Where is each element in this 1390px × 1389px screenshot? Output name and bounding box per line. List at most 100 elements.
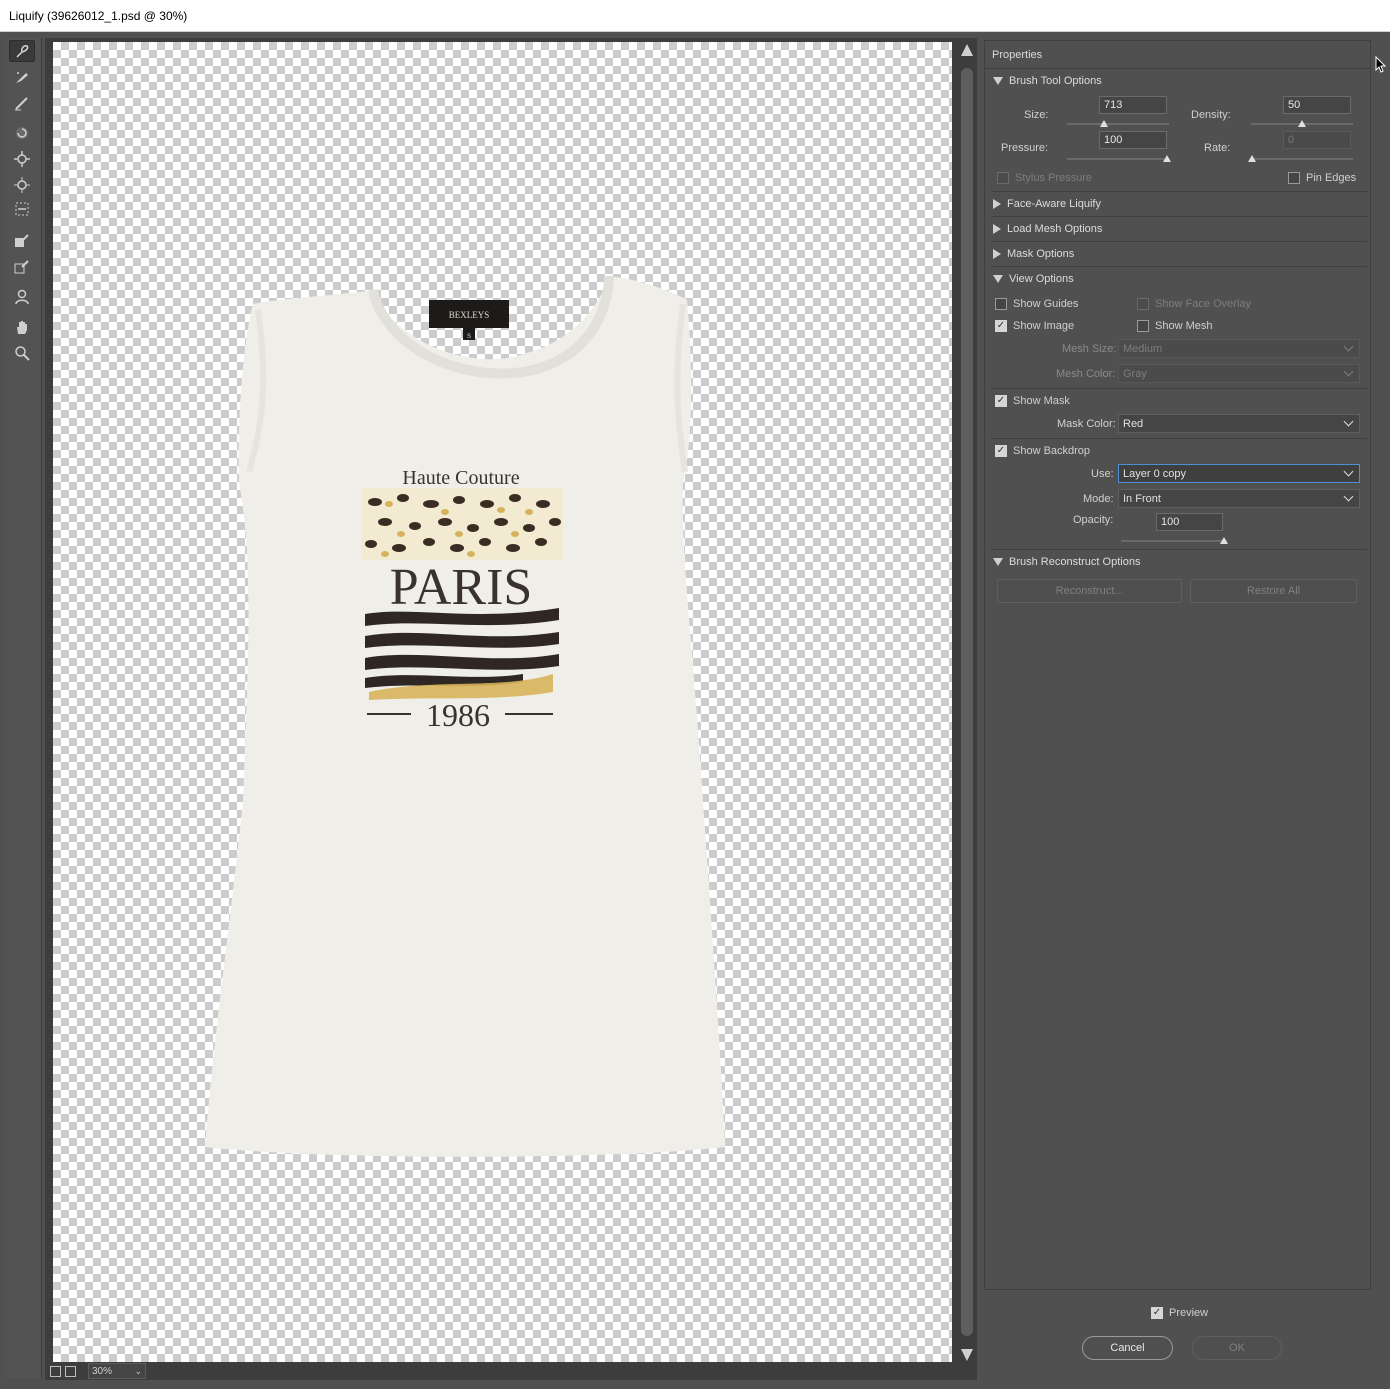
mode-label: Mode: (1083, 493, 1114, 505)
pin-edges-checkbox[interactable]: Pin Edges (1288, 172, 1356, 184)
rate-label: Rate: (1204, 142, 1231, 154)
checkbox-label: Show Face Overlay (1155, 298, 1251, 310)
print-paris: PARIS (390, 559, 533, 616)
size-slider-knob[interactable] (1100, 120, 1108, 127)
show-mask-checkbox[interactable]: ✓ Show Mask (995, 395, 1070, 407)
checkbox-box[interactable] (1137, 320, 1149, 332)
select-value: Gray (1123, 367, 1147, 380)
density-input[interactable] (1283, 96, 1351, 114)
stylus-pressure-checkbox: Stylus Pressure (997, 172, 1092, 184)
opacity-slider-track[interactable] (1121, 540, 1227, 542)
image-canvas[interactable]: BEXLEYS S Haute Couture PARIS 1986 (53, 42, 952, 1362)
zoom-select[interactable]: 30% ⌄ (88, 1363, 146, 1379)
show-guides-checkbox[interactable]: Show Guides (995, 298, 1078, 310)
mesh-size-label: Mesh Size: (1062, 343, 1117, 355)
select-value: Layer 0 copy (1123, 467, 1186, 480)
checkbox-box[interactable] (1288, 172, 1300, 184)
size-slider-track[interactable] (1067, 123, 1169, 125)
mask-color-label: Mask Color: (1057, 418, 1116, 430)
info-icon[interactable] (65, 1365, 76, 1377)
checkbox-label: Show Mesh (1155, 320, 1213, 332)
opacity-input[interactable] (1156, 513, 1223, 531)
show-backdrop-checkbox[interactable]: ✓ Show Backdrop (995, 445, 1090, 457)
scroll-thumb[interactable] (961, 68, 973, 1336)
show-mesh-checkbox[interactable]: Show Mesh (1137, 320, 1212, 332)
checkmark-icon[interactable]: ✓ (995, 320, 1007, 332)
expand-triangle-icon (993, 77, 1003, 85)
mesh-color-select: Gray (1118, 364, 1360, 383)
density-label: Density: (1191, 109, 1231, 121)
size-input[interactable] (1099, 96, 1167, 114)
reconstruct-tool-icon[interactable] (9, 66, 35, 88)
push-left-tool-icon[interactable] (9, 198, 35, 220)
reconstruct-button[interactable]: Reconstruct... (997, 579, 1182, 603)
mode-select[interactable]: In Front (1118, 489, 1360, 508)
canvas-statusbar: 30% ⌄ (50, 1362, 910, 1380)
opacity-slider-knob[interactable] (1220, 537, 1228, 544)
twirl-clockwise-tool-icon[interactable] (9, 122, 35, 144)
preview-checkbox[interactable]: ✓ Preview (1151, 1307, 1208, 1319)
smooth-tool-icon[interactable] (9, 92, 35, 114)
view-mode-icon[interactable] (50, 1365, 61, 1377)
tools-panel (4, 38, 42, 1378)
chevron-down-icon (1343, 366, 1354, 377)
pressure-label: Pressure: (1001, 142, 1049, 154)
zoom-tool-icon[interactable] (9, 342, 35, 364)
section-view-options[interactable]: View Options (993, 269, 1074, 289)
restore-all-button[interactable]: Restore All (1190, 579, 1357, 603)
select-value: In Front (1123, 492, 1161, 505)
forward-warp-tool-icon[interactable] (9, 40, 35, 62)
section-load-mesh-options[interactable]: Load Mesh Options (993, 219, 1102, 239)
section-mask-options[interactable]: Mask Options (993, 244, 1074, 264)
show-face-overlay-checkbox: Show Face Overlay (1137, 298, 1251, 310)
use-layer-select[interactable]: Layer 0 copy (1118, 464, 1360, 483)
section-label: Load Mesh Options (1007, 223, 1103, 235)
checkbox-box[interactable] (995, 298, 1007, 310)
checkmark-icon[interactable]: ✓ (995, 395, 1007, 407)
hand-tool-icon[interactable] (9, 316, 35, 338)
section-face-aware-liquify[interactable]: Face-Aware Liquify (993, 194, 1101, 214)
checkmark-icon[interactable]: ✓ (1151, 1307, 1163, 1319)
rate-slider-knob (1248, 155, 1256, 162)
section-label: Face-Aware Liquify (1007, 198, 1101, 210)
canvas-area: BEXLEYS S Haute Couture PARIS 1986 (45, 38, 977, 1380)
collapse-triangle-icon (993, 199, 1001, 209)
checkbox-box (1137, 298, 1149, 310)
ok-button[interactable]: OK (1192, 1336, 1282, 1360)
bloat-tool-icon[interactable] (9, 174, 35, 196)
section-label: Brush Tool Options (1009, 75, 1102, 87)
show-image-checkbox[interactable]: ✓ Show Image (995, 320, 1074, 332)
mask-color-select[interactable]: Red (1118, 414, 1360, 433)
freeze-mask-tool-icon[interactable] (9, 230, 35, 252)
collapse-triangle-icon (993, 224, 1001, 234)
section-brush-tool-options[interactable]: Brush Tool Options (993, 71, 1102, 91)
section-label: Brush Reconstruct Options (1009, 556, 1141, 568)
section-brush-reconstruct-options[interactable]: Brush Reconstruct Options (993, 552, 1140, 572)
panel-divider (985, 68, 1370, 69)
thaw-mask-tool-icon[interactable] (9, 256, 35, 278)
face-tool-icon[interactable] (9, 286, 35, 308)
rate-slider-track (1251, 158, 1353, 160)
mesh-color-label: Mesh Color: (1056, 368, 1116, 380)
chevron-down-icon (1343, 341, 1354, 352)
chevron-down-icon (1343, 416, 1354, 427)
scroll-down-arrow-icon[interactable] (961, 1349, 973, 1361)
pressure-slider-knob[interactable] (1163, 155, 1171, 162)
section-divider (991, 549, 1367, 550)
checkbox-label: Stylus Pressure (1015, 172, 1093, 184)
expand-triangle-icon (993, 558, 1003, 566)
checkbox-label: Pin Edges (1306, 172, 1357, 184)
pressure-slider-track[interactable] (1067, 158, 1169, 160)
properties-panel: Properties Brush Tool Options Size: Dens… (984, 40, 1371, 1290)
pucker-tool-icon[interactable] (9, 148, 35, 170)
chevron-down-icon: ⌄ (134, 1365, 142, 1376)
pressure-input[interactable] (1099, 131, 1167, 149)
vertical-scrollbar[interactable] (957, 38, 977, 1368)
select-value: Medium (1123, 342, 1163, 355)
checkbox-label: Preview (1169, 1307, 1209, 1319)
density-slider-knob[interactable] (1298, 120, 1306, 127)
chevron-down-icon (1343, 466, 1354, 477)
scroll-up-arrow-icon[interactable] (961, 44, 973, 56)
cancel-button[interactable]: Cancel (1082, 1336, 1173, 1360)
checkmark-icon[interactable]: ✓ (995, 445, 1007, 457)
